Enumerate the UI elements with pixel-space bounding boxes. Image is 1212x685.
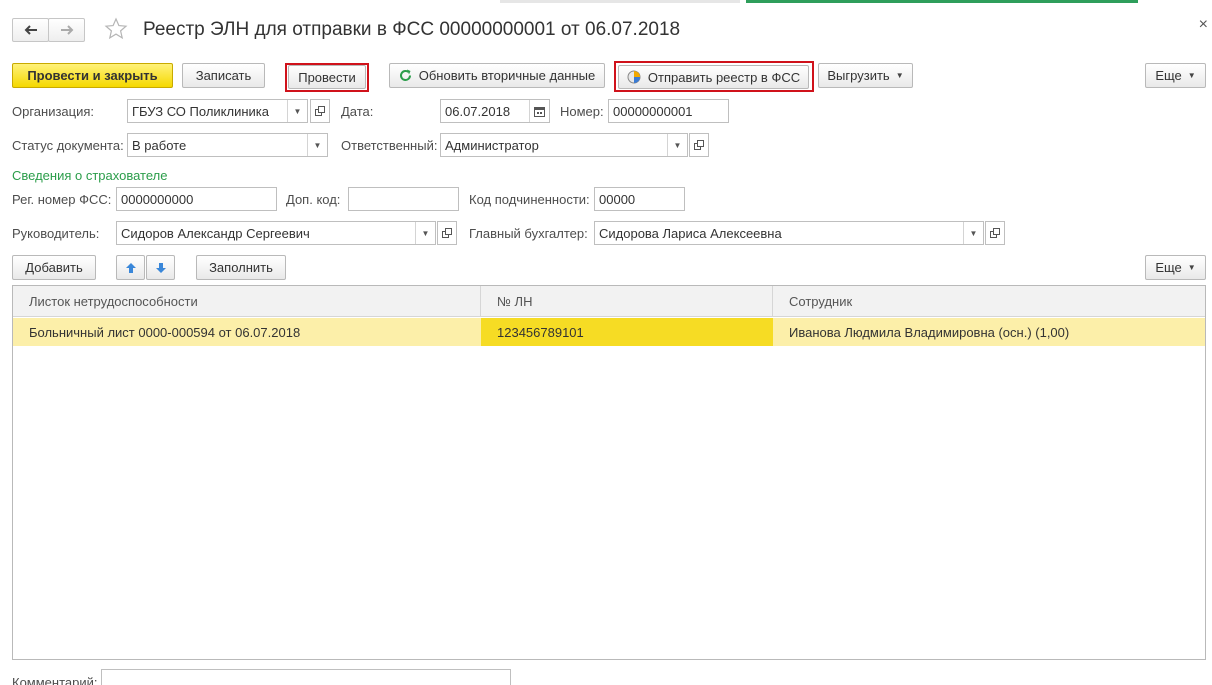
export-button[interactable]: Выгрузить ▼ [818,63,913,88]
add-code-label: Доп. код: [286,192,341,207]
open-accountant-button[interactable] [985,221,1005,245]
org-label: Организация: [12,104,95,119]
number-value: 00000000001 [613,103,693,119]
back-button[interactable] [12,18,49,42]
sub-code-field[interactable]: 00000 [594,187,685,211]
refresh-icon [399,69,412,82]
fill-button[interactable]: Заполнить [196,255,286,280]
caret-down-icon: ▼ [895,71,904,80]
status-label: Статус документа: [12,138,124,153]
post-and-close-button[interactable]: Провести и закрыть [12,63,173,88]
comment-label: Комментарий: [12,675,98,685]
table-more-button[interactable]: Еще ▼ [1145,255,1206,280]
org-value: ГБУЗ СО Поликлиника [132,103,269,119]
head-label: Руководитель: [12,226,100,241]
dropdown-icon[interactable]: ▼ [287,100,307,122]
refresh-secondary-data-button[interactable]: Обновить вторичные данные [389,63,605,88]
add-code-field[interactable] [348,187,459,211]
inactive-tab-indicator[interactable] [500,0,740,3]
highlight-frame-send [614,61,814,92]
sub-code-value: 00000 [599,191,636,207]
org-field[interactable]: ГБУЗ СО Поликлиника ▼ [127,99,308,123]
open-icon [990,228,1000,238]
window-tab-strip [0,0,1212,4]
table-row[interactable]: Больничный лист 0000-000594 от 06.07.201… [13,318,1205,346]
cell-ln-number[interactable]: 123456789101 [481,318,773,346]
forward-button[interactable] [48,18,85,42]
number-field[interactable]: 00000000001 [608,99,729,123]
head-field[interactable]: Сидоров Александр Сергеевич ▼ [116,221,436,245]
open-icon [315,106,325,116]
column-header-employee[interactable]: Сотрудник [773,286,1205,317]
open-head-button[interactable] [437,221,457,245]
status-field[interactable]: В работе ▼ [127,133,328,157]
reg-number-label: Рег. номер ФСС: [12,192,112,207]
reg-number-value: 0000000000 [121,191,194,207]
highlight-frame-post [285,63,369,92]
dropdown-icon[interactable]: ▼ [307,134,327,156]
table-header: Листок нетрудоспособности № ЛН Сотрудник [13,286,1205,317]
more-button[interactable]: Еще ▼ [1145,63,1206,88]
calendar-icon[interactable] [529,100,549,122]
open-responsible-button[interactable] [689,133,709,157]
date-value: 06.07.2018 [445,103,511,119]
dropdown-icon[interactable]: ▼ [963,222,983,244]
move-up-button[interactable] [116,255,145,280]
sub-code-label: Код подчиненности: [469,192,590,207]
head-value: Сидоров Александр Сергеевич [121,225,310,241]
cell-sick-leave[interactable]: Больничный лист 0000-000594 от 06.07.201… [13,318,481,346]
cell-employee[interactable]: Иванова Людмила Владимировна (осн.) (1,0… [773,318,1205,346]
dropdown-icon[interactable]: ▼ [415,222,435,244]
table-more-label: Еще [1155,260,1182,275]
move-down-button[interactable] [146,255,175,280]
active-tab-indicator[interactable] [746,0,1138,3]
accountant-field[interactable]: Сидорова Лариса Алексеевна ▼ [594,221,984,245]
star-icon[interactable] [104,17,128,41]
arrow-down-icon [155,262,166,273]
status-value: В работе [132,137,187,153]
more-label: Еще [1155,68,1182,83]
responsible-field[interactable]: Администратор ▼ [440,133,688,157]
add-row-button[interactable]: Добавить [12,255,96,280]
column-header-ln-number[interactable]: № ЛН [481,286,773,317]
arrow-left-icon [24,25,37,35]
responsible-label: Ответственный: [341,138,438,153]
open-icon [442,228,452,238]
comment-field[interactable] [101,669,511,685]
open-org-button[interactable] [310,99,330,123]
accountant-value: Сидорова Лариса Алексеевна [599,225,782,241]
open-icon [694,140,704,150]
save-button[interactable]: Записать [182,63,265,88]
date-field[interactable]: 06.07.2018 [440,99,550,123]
page-title: Реестр ЭЛН для отправки в ФСС 0000000000… [143,19,681,40]
dropdown-icon[interactable]: ▼ [667,134,687,156]
reg-number-field[interactable]: 0000000000 [116,187,277,211]
arrow-up-icon [125,262,136,273]
sick-leave-table[interactable]: Листок нетрудоспособности № ЛН Сотрудник… [12,285,1206,660]
accountant-label: Главный бухгалтер: [469,226,588,241]
column-header-sick-leave[interactable]: Листок нетрудоспособности [13,286,481,317]
arrow-right-icon [60,25,73,35]
close-icon[interactable]: × [1199,16,1208,34]
export-label: Выгрузить [827,68,890,83]
responsible-value: Администратор [445,137,539,153]
date-label: Дата: [341,104,374,119]
insurer-section-title: Сведения о страхователе [12,168,168,183]
caret-down-icon: ▼ [1187,263,1196,272]
refresh-label: Обновить вторичные данные [418,68,596,83]
caret-down-icon: ▼ [1187,71,1196,80]
number-label: Номер: [560,104,604,119]
